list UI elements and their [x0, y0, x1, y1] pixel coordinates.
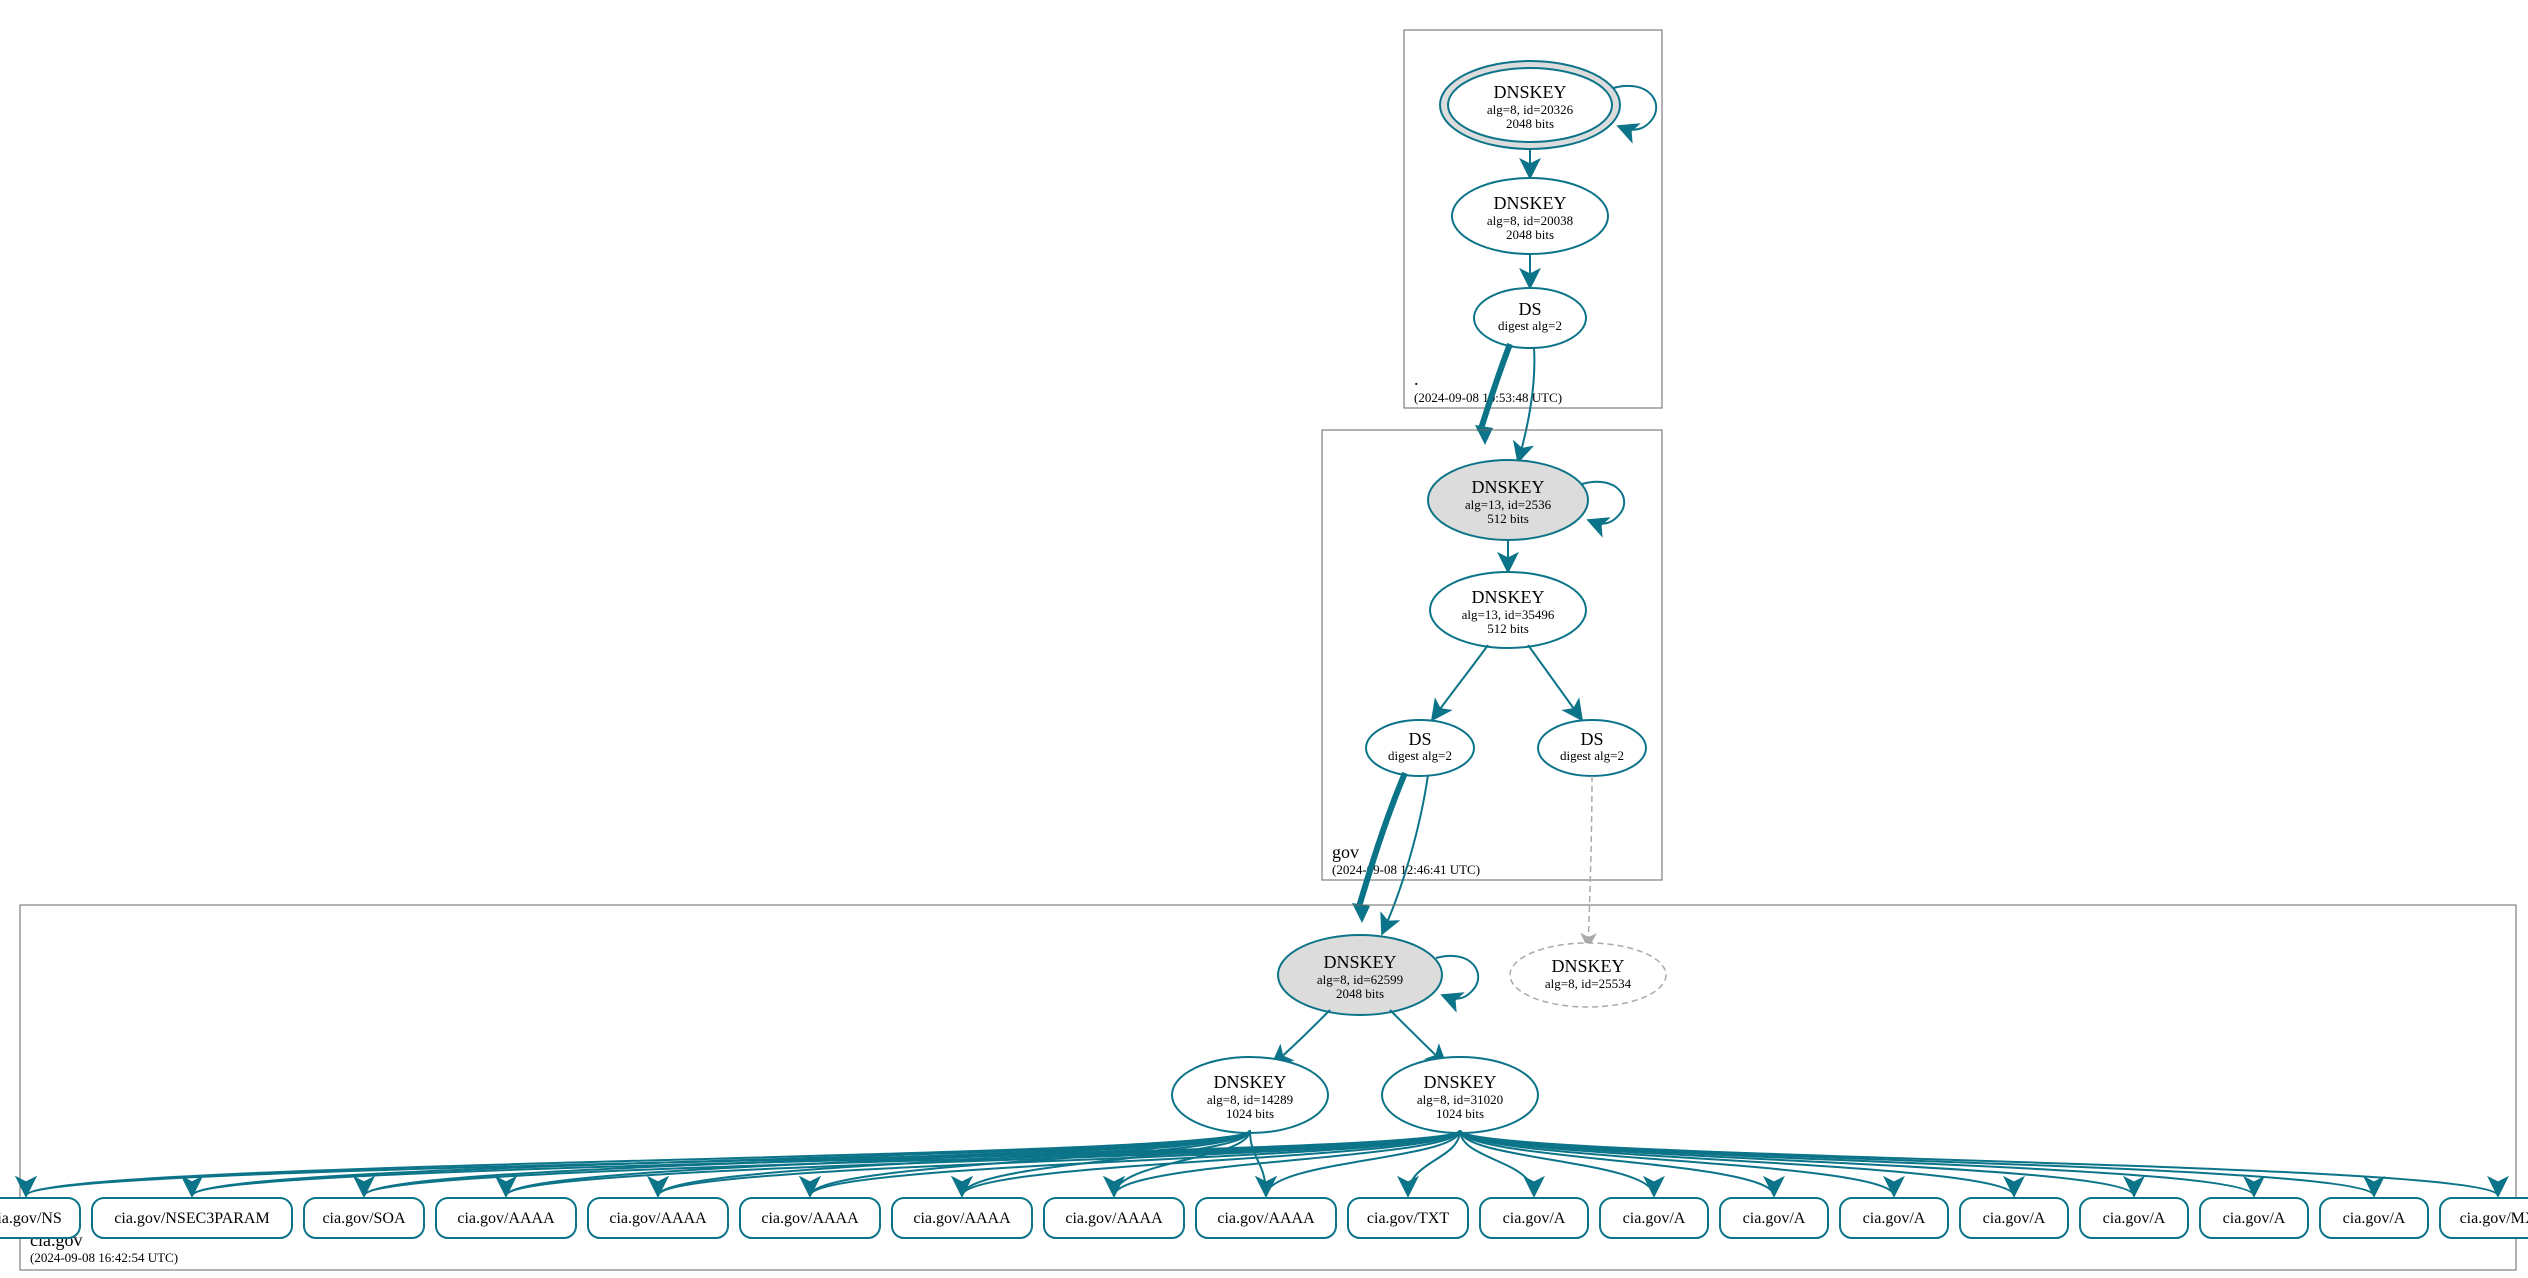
svg-text:DNSKEY: DNSKEY	[1423, 1072, 1496, 1092]
rr-label-12: cia.gov/A	[1743, 1210, 1806, 1227]
svg-text:DNSKEY: DNSKEY	[1323, 952, 1396, 972]
zone-cia-ts: (2024-09-08 16:42:54 UTC)	[30, 1250, 178, 1265]
node-cia-grey: DNSKEY alg=8, id=25534	[1510, 943, 1666, 1007]
zone-root-label: .	[1414, 369, 1419, 389]
rr-label-6: cia.gov/AAAA	[913, 1210, 1011, 1227]
rr-label-18: cia.gov/MX	[2460, 1210, 2528, 1227]
svg-text:digest alg=2: digest alg=2	[1388, 748, 1452, 763]
rr-label-16: cia.gov/A	[2223, 1210, 2286, 1227]
svg-text:alg=8, id=20038: alg=8, id=20038	[1487, 213, 1573, 228]
svg-text:alg=8, id=62599: alg=8, id=62599	[1317, 972, 1403, 987]
svg-text:alg=8, id=31020: alg=8, id=31020	[1417, 1092, 1503, 1107]
zone-gov-label: gov	[1332, 842, 1359, 862]
svg-text:DS: DS	[1518, 299, 1541, 319]
edge-cia-ksk-zsk1	[1272, 1010, 1330, 1065]
rr-label-15: cia.gov/A	[2103, 1210, 2166, 1227]
node-gov-ds2: DS digest alg=2	[1538, 720, 1646, 776]
svg-text:DNSKEY: DNSKEY	[1551, 956, 1624, 976]
svg-text:2048 bits: 2048 bits	[1506, 227, 1554, 242]
rr-label-2: cia.gov/SOA	[322, 1210, 406, 1227]
edge-gov-ds2-grey	[1588, 776, 1592, 948]
svg-text:1024 bits: 1024 bits	[1226, 1106, 1274, 1121]
rr-label-1: cia.gov/NSEC3PARAM	[114, 1210, 269, 1227]
node-root-zsk: DNSKEY alg=8, id=20038 2048 bits	[1452, 178, 1608, 254]
svg-text:DNSKEY: DNSKEY	[1213, 1072, 1286, 1092]
edge-cia-ksk-zsk2	[1390, 1010, 1446, 1065]
rr-label-7: cia.gov/AAAA	[1065, 1210, 1163, 1227]
edge-gov-zsk-ds2	[1528, 645, 1582, 720]
edge-gov-cia-thin	[1382, 775, 1428, 934]
rr-label-0: cia.gov/NS	[0, 1210, 62, 1227]
node-root-ksk: DNSKEY alg=8, id=20326 2048 bits	[1440, 61, 1620, 149]
svg-text:DNSKEY: DNSKEY	[1471, 587, 1544, 607]
svg-text:2048 bits: 2048 bits	[1506, 116, 1554, 131]
rr-label-4: cia.gov/AAAA	[609, 1210, 707, 1227]
rr-label-9: cia.gov/TXT	[1367, 1210, 1449, 1227]
node-gov-ksk: DNSKEY alg=13, id=2536 512 bits	[1428, 460, 1588, 540]
rr-label-5: cia.gov/AAAA	[761, 1210, 859, 1227]
svg-text:DNSKEY: DNSKEY	[1471, 477, 1544, 497]
node-cia-ksk: DNSKEY alg=8, id=62599 2048 bits	[1278, 935, 1442, 1015]
rr-label-10: cia.gov/A	[1503, 1210, 1566, 1227]
node-cia-zsk1: DNSKEY alg=8, id=14289 1024 bits	[1172, 1057, 1328, 1133]
node-gov-zsk: DNSKEY alg=13, id=35496 512 bits	[1430, 572, 1586, 648]
edge-gov-zsk-ds1	[1432, 645, 1488, 720]
svg-text:digest alg=2: digest alg=2	[1498, 318, 1562, 333]
rr-label-11: cia.gov/A	[1623, 1210, 1686, 1227]
svg-text:512 bits: 512 bits	[1487, 621, 1529, 636]
svg-text:1024 bits: 1024 bits	[1436, 1106, 1484, 1121]
arrowhead-root-gov-thick	[1475, 425, 1493, 445]
arrowhead-gov-cia-thick	[1352, 903, 1370, 923]
node-root-ds: DS digest alg=2	[1474, 288, 1586, 348]
svg-text:digest alg=2: digest alg=2	[1560, 748, 1624, 763]
edge-root-gov-thick	[1480, 344, 1510, 432]
svg-text:alg=13, id=35496: alg=13, id=35496	[1462, 607, 1555, 622]
rr-label-14: cia.gov/A	[1983, 1210, 2046, 1227]
svg-text:2048 bits: 2048 bits	[1336, 986, 1384, 1001]
node-gov-ds1: DS digest alg=2	[1366, 720, 1474, 776]
rr-label-8: cia.gov/AAAA	[1217, 1210, 1315, 1227]
rr-label-17: cia.gov/A	[2343, 1210, 2406, 1227]
svg-text:alg=13, id=2536: alg=13, id=2536	[1465, 497, 1552, 512]
node-cia-zsk2: DNSKEY alg=8, id=31020 1024 bits	[1382, 1057, 1538, 1133]
svg-text:DS: DS	[1580, 729, 1603, 749]
rr-label-13: cia.gov/A	[1863, 1210, 1926, 1227]
edge-root-gov-thin	[1518, 348, 1534, 462]
svg-text:alg=8, id=14289: alg=8, id=14289	[1207, 1092, 1293, 1107]
rr-label-3: cia.gov/AAAA	[457, 1210, 555, 1227]
svg-text:alg=8, id=20326: alg=8, id=20326	[1487, 102, 1574, 117]
edge-gov-cia-thick	[1358, 773, 1405, 910]
svg-text:512 bits: 512 bits	[1487, 511, 1529, 526]
svg-text:DS: DS	[1408, 729, 1431, 749]
svg-text:DNSKEY: DNSKEY	[1493, 193, 1566, 213]
svg-text:DNSKEY: DNSKEY	[1493, 82, 1566, 102]
svg-text:alg=8, id=25534: alg=8, id=25534	[1545, 976, 1632, 991]
